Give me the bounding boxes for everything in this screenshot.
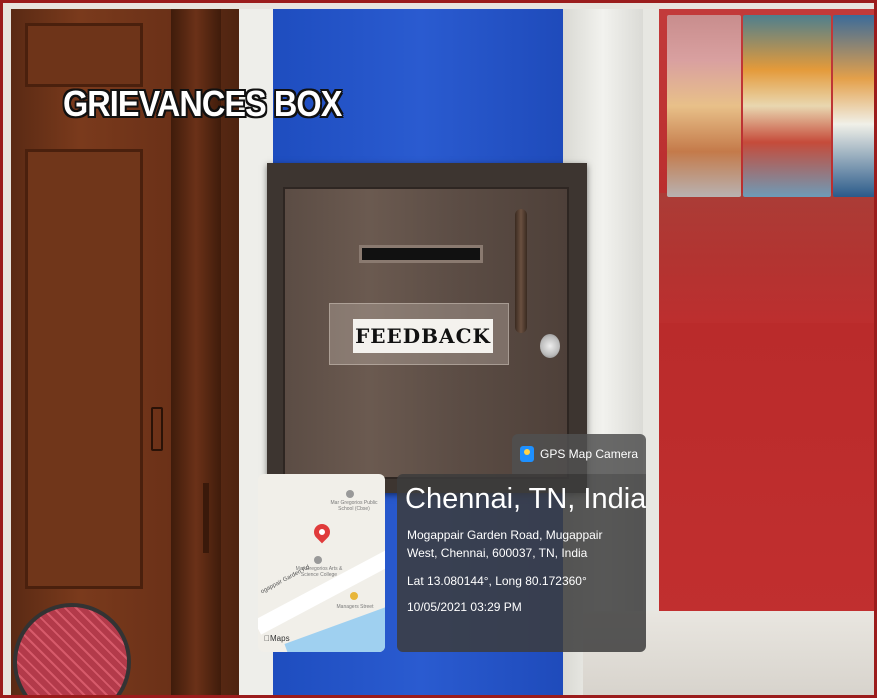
door-panel [25, 149, 143, 589]
maps-logo-text: Maps [264, 634, 290, 643]
door-hinge [203, 483, 209, 553]
map-street-marker [350, 592, 358, 600]
door-latch [151, 407, 163, 451]
maps-logo: Maps [264, 634, 290, 643]
lock-icon [540, 334, 560, 358]
map-road-label: ogappair Garden Rd [260, 564, 311, 596]
mini-map: Mar Gregorios Public School (Cbse) Mar G… [258, 474, 385, 652]
map-school-marker [346, 490, 354, 498]
gps-address: Mogappair Garden Road, Mugappair West, C… [407, 527, 603, 560]
poster [743, 15, 831, 197]
overlay-title: GRIEVANCES BOX [63, 83, 342, 124]
poster [833, 15, 874, 197]
gps-header: GPS Map Camera [512, 434, 646, 474]
glass-reflection [659, 193, 874, 323]
gps-coordinates: Lat 13.080144°, Long 80.172360° [407, 573, 587, 588]
map-place-label: Managers Street [336, 604, 374, 610]
gps-camera-icon [520, 446, 534, 462]
gps-city: Chennai, TN, India [405, 483, 647, 515]
location-pin-icon [310, 520, 334, 544]
gps-datetime: 10/05/2021 03:29 PM [407, 599, 522, 614]
gps-app-name: GPS Map Camera [540, 447, 639, 461]
feedback-label: FEEDBACK [353, 319, 493, 353]
map-place-label: Mar Gregorios Public School (Cbse) [330, 500, 378, 512]
photo: FEEDBACK GRIEVANCES BOX Mar Gregorios Pu… [0, 0, 877, 698]
letter-slot [359, 245, 483, 263]
door-panel [25, 23, 143, 87]
map-college-marker [314, 556, 322, 564]
box-handle [515, 209, 527, 333]
gps-info-card: Chennai, TN, India Mogappair Garden Road… [397, 474, 646, 652]
poster [667, 15, 741, 197]
